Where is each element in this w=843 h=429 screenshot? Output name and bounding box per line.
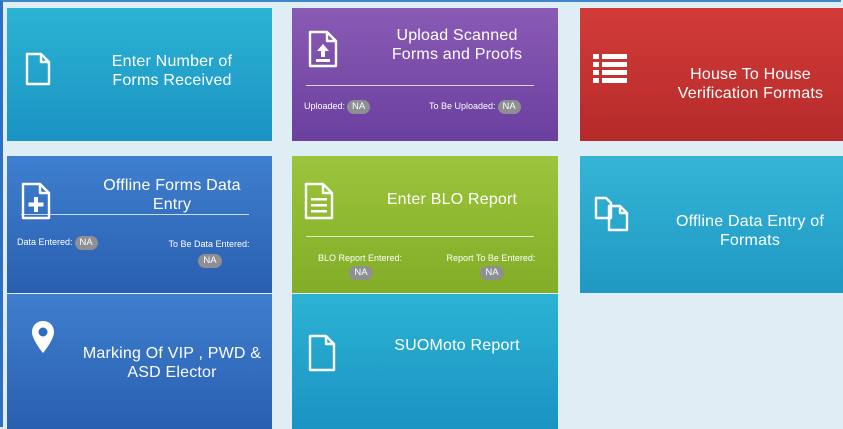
document-icon xyxy=(25,52,51,86)
text-document-icon xyxy=(304,182,334,220)
tile-offline-forms-data-entry[interactable]: Offline Forms Data Entry Data Entered: NA… xyxy=(7,156,272,293)
tile-divider xyxy=(306,85,534,86)
tile-title: Enter Number of Forms Received xyxy=(111,53,233,89)
to-be-entered-badge: NA xyxy=(198,254,222,268)
uploaded-badge: NA xyxy=(347,100,371,114)
blo-entered-badge: NA xyxy=(349,266,373,280)
tile-title: Offline Forms Data Entry xyxy=(103,177,241,213)
blo-entered-stat: BLO Report Entered: NA xyxy=(310,252,410,280)
tile-offline-data-entry-formats[interactable]: Offline Data Entry of Formats xyxy=(580,156,843,293)
to-be-uploaded-label: To Be Uploaded: xyxy=(429,101,496,111)
uploaded-label: Uploaded: xyxy=(304,101,346,111)
tile-suomoto-report[interactable]: SUOMoto Report xyxy=(292,294,558,429)
document-icon xyxy=(308,334,336,372)
tile-title: House To House Verification Formats xyxy=(677,66,824,102)
data-entered-badge: NA xyxy=(74,236,98,250)
tile-title: Enter BLO Report xyxy=(386,191,518,208)
uploaded-stat: Uploaded: NA xyxy=(304,100,371,114)
copy-files-icon xyxy=(594,196,630,232)
to-be-uploaded-badge: NA xyxy=(497,100,521,114)
tile-enter-forms-received[interactable]: Enter Number of Forms Received xyxy=(7,8,272,141)
tile-title: SUOMoto Report xyxy=(394,337,520,354)
tile-enter-blo-report[interactable]: Enter BLO Report BLO Report Entered: NA … xyxy=(292,156,558,293)
blo-to-be-entered-label: Report To Be Entered: xyxy=(446,253,536,263)
data-entered-label: Data Entered: xyxy=(17,237,73,247)
tile-title: Upload Scanned Forms and Proofs xyxy=(391,27,523,63)
list-icon xyxy=(593,54,627,84)
tile-upload-scanned-forms[interactable]: Upload Scanned Forms and Proofs Uploaded… xyxy=(292,8,558,141)
to-be-uploaded-stat: To Be Uploaded: NA xyxy=(429,100,521,114)
blo-to-be-entered-badge: NA xyxy=(480,266,504,280)
data-entered-stat: Data Entered: NA xyxy=(17,236,98,250)
upload-file-icon xyxy=(308,30,338,68)
tile-title: Offline Data Entry of Formats xyxy=(676,213,824,249)
tile-title: Marking Of VIP , PWD & ASD Elector xyxy=(82,345,262,381)
to-be-entered-stat: To Be Data Entered: NA xyxy=(161,238,257,268)
tile-house-verification-formats[interactable]: House To House Verification Formats xyxy=(580,8,843,141)
tile-divider xyxy=(21,214,249,215)
blo-entered-label: BLO Report Entered: xyxy=(317,253,403,263)
map-marker-icon xyxy=(31,320,55,354)
tile-divider xyxy=(306,236,534,237)
tile-marking-vip-pwd-asd[interactable]: Marking Of VIP , PWD & ASD Elector xyxy=(7,294,272,429)
to-be-entered-label: To Be Data Entered: xyxy=(168,239,250,249)
blo-to-be-entered-stat: Report To Be Entered: NA xyxy=(438,252,544,280)
